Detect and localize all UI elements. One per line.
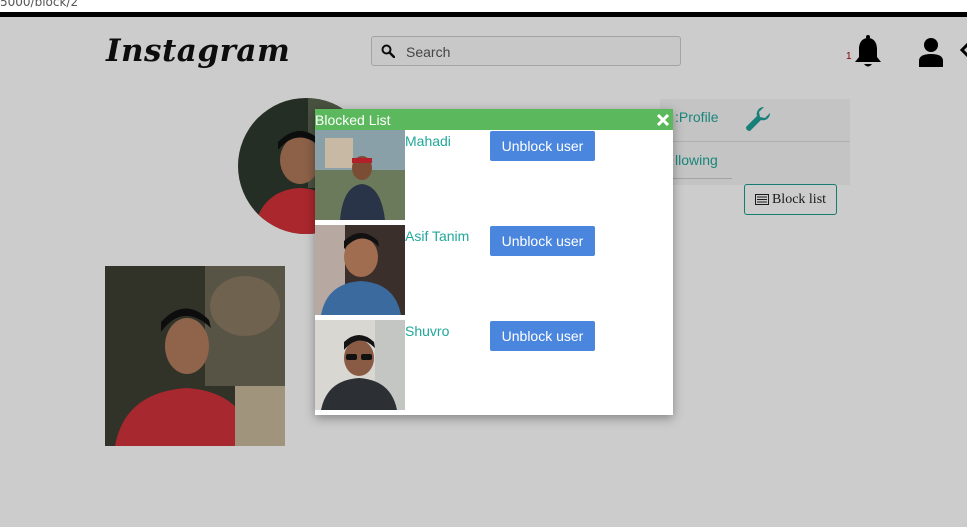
user-avatar[interactable] — [315, 130, 405, 220]
modal-title: Blocked List — [315, 112, 391, 128]
url-text: 5000/block/2 — [0, 0, 79, 9]
blocked-user-name[interactable]: Shuvro — [405, 323, 449, 339]
unblock-user-button[interactable]: Unblock user — [490, 131, 595, 161]
unblock-user-button[interactable]: Unblock user — [490, 226, 595, 256]
browser-url-strip: 5000/block/2 — [0, 0, 967, 12]
blocked-user-row: Mahadi Unblock user — [315, 130, 673, 220]
blocked-user-name[interactable]: Mahadi — [405, 133, 451, 149]
blocked-list-modal: Blocked List Mahadi Unblock user Asif Ta… — [315, 109, 673, 415]
blocked-user-name[interactable]: Asif Tanim — [405, 228, 469, 244]
unblock-user-button[interactable]: Unblock user — [490, 321, 595, 351]
user-avatar[interactable] — [315, 320, 405, 410]
user-avatar[interactable] — [315, 225, 405, 315]
blocked-user-row: Shuvro Unblock user — [315, 320, 673, 410]
blocked-user-row: Asif Tanim Unblock user — [315, 225, 673, 315]
modal-header: Blocked List — [315, 109, 673, 130]
close-icon[interactable] — [656, 113, 670, 127]
